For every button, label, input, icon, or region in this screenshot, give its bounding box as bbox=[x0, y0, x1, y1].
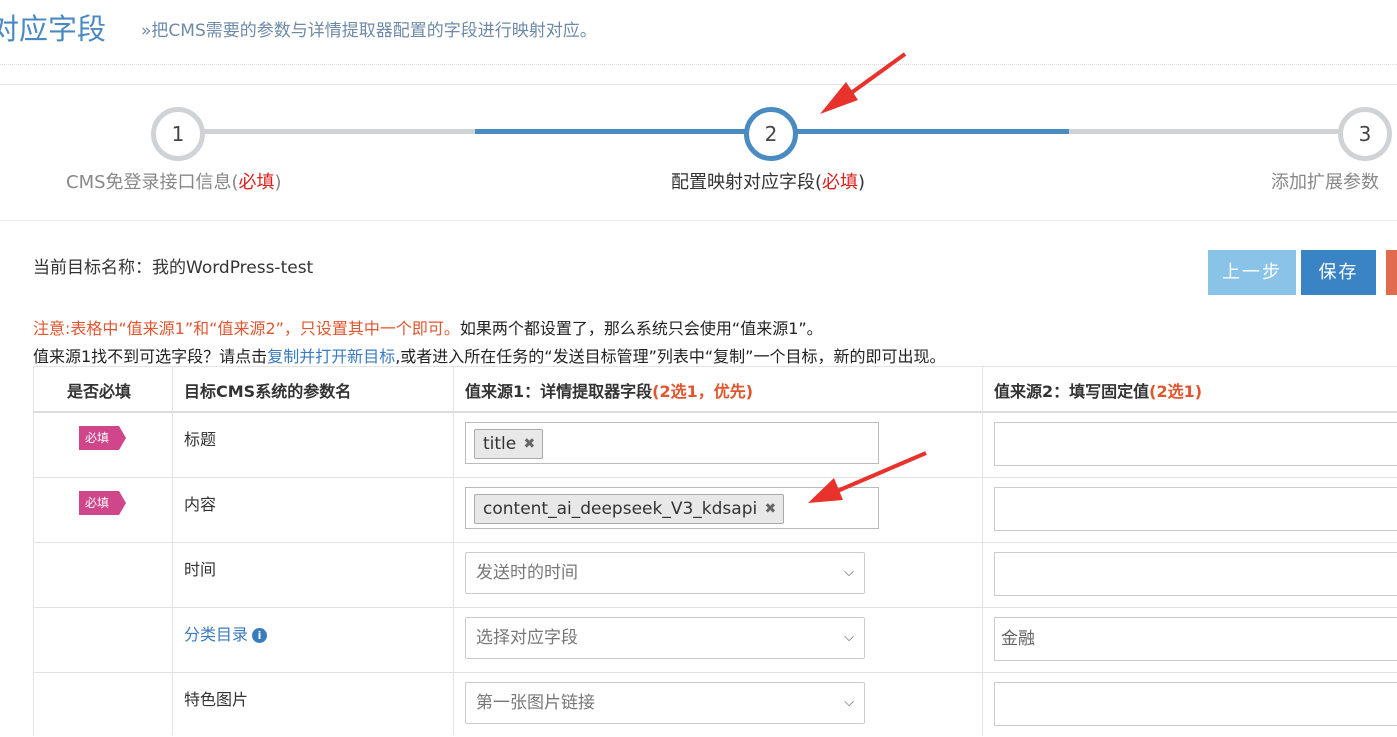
param-name-link[interactable]: 分类目录 i bbox=[184, 621, 268, 645]
step-line-3 bbox=[1069, 129, 1369, 134]
required-badge: 必填 bbox=[79, 491, 126, 515]
required-badge: 必填 bbox=[79, 426, 126, 450]
remove-tag-icon[interactable]: ✖ bbox=[524, 430, 536, 458]
info-icon[interactable]: i bbox=[252, 628, 268, 643]
param-name: 特色图片 bbox=[184, 690, 249, 709]
page-subtitle: »把CMS需要的参数与详情提取器配置的字段进行映射对应。 bbox=[141, 21, 597, 41]
th-param: 目标CMS系统的参数名 bbox=[184, 382, 352, 401]
page-title: 对应字段 bbox=[0, 12, 107, 46]
steps-top-divider bbox=[0, 84, 1397, 85]
chevron-down-icon: ⌵ bbox=[844, 630, 854, 645]
chevron-down-icon: ⌵ bbox=[844, 695, 854, 710]
field-tag: content_ai_deepseek_V3_kdsapi ✖ bbox=[474, 494, 785, 524]
header-divider bbox=[0, 64, 1397, 65]
step-1-circle[interactable]: 1 bbox=[151, 107, 205, 161]
fixed-value-input[interactable] bbox=[994, 487, 1397, 531]
step-1-label[interactable]: CMS免登录接口信息(必填) bbox=[66, 168, 282, 194]
extra-button[interactable] bbox=[1386, 250, 1397, 295]
fixed-value-input[interactable] bbox=[994, 422, 1397, 466]
page-header: 对应字段 »把CMS需要的参数与详情提取器配置的字段进行映射对应。 bbox=[0, 0, 1397, 64]
prev-step-button[interactable]: 上一步 bbox=[1208, 250, 1296, 295]
help-note: 值来源1找不到可选字段？请点击复制并打开新目标,或者进入所在任务的“发送目标管理… bbox=[33, 347, 946, 366]
fixed-value-input[interactable] bbox=[994, 552, 1397, 596]
th-source1: 值来源1：详情提取器字段(2选1，优先) bbox=[465, 382, 754, 401]
th-source2: 值来源2：填写固定值(2选1) bbox=[994, 382, 1203, 401]
target-name: 当前目标名称：我的WordPress-test bbox=[33, 258, 314, 278]
param-name: 内容 bbox=[184, 495, 217, 514]
remove-tag-icon[interactable]: ✖ bbox=[764, 495, 776, 523]
source1-tag-input[interactable]: title ✖ bbox=[465, 422, 879, 464]
field-tag: title ✖ bbox=[474, 429, 544, 459]
source1-tag-input[interactable]: content_ai_deepseek_V3_kdsapi ✖ bbox=[465, 487, 879, 529]
steps-bottom-divider bbox=[0, 220, 1397, 221]
table-row: 时间 发送时的时间 ⌵ bbox=[33, 542, 1397, 608]
step-3-circle[interactable]: 3 bbox=[1338, 107, 1392, 161]
step-2-label[interactable]: 配置映射对应字段(必填) bbox=[671, 168, 865, 194]
source1-select[interactable]: 第一张图片链接 ⌵ bbox=[465, 682, 865, 724]
table-row: 分类目录 i 选择对应字段 ⌵ 金融 bbox=[33, 607, 1397, 673]
table-header: 是否必填 目标CMS系统的参数名 值来源1：详情提取器字段(2选1，优先) 值来… bbox=[33, 366, 1397, 413]
warning-note: 注意:表格中“值来源1”和“值来源2”，只设置其中一个即可。如果两个都设置了，那… bbox=[33, 319, 823, 338]
table-row: 必填 标题 title ✖ bbox=[33, 412, 1397, 478]
step-line-1 bbox=[178, 129, 475, 134]
source1-select[interactable]: 发送时的时间 ⌵ bbox=[465, 552, 865, 594]
table-row: 特色图片 第一张图片链接 ⌵ bbox=[33, 672, 1397, 737]
source1-select[interactable]: 选择对应字段 ⌵ bbox=[465, 617, 865, 659]
step-3-label[interactable]: 添加扩展参数 bbox=[1271, 168, 1379, 194]
param-name: 时间 bbox=[184, 560, 217, 579]
step-2-circle[interactable]: 2 bbox=[744, 107, 798, 161]
th-required: 是否必填 bbox=[67, 382, 132, 401]
fixed-value-input[interactable] bbox=[994, 682, 1397, 726]
table-row: 必填 内容 content_ai_deepseek_V3_kdsapi ✖ bbox=[33, 477, 1397, 543]
chevron-down-icon: ⌵ bbox=[844, 565, 854, 580]
copy-open-target-link[interactable]: 复制并打开新目标 bbox=[267, 347, 395, 366]
param-name: 标题 bbox=[184, 430, 217, 449]
fixed-value-input[interactable]: 金融 bbox=[994, 617, 1397, 661]
save-button[interactable]: 保存 bbox=[1301, 250, 1376, 295]
